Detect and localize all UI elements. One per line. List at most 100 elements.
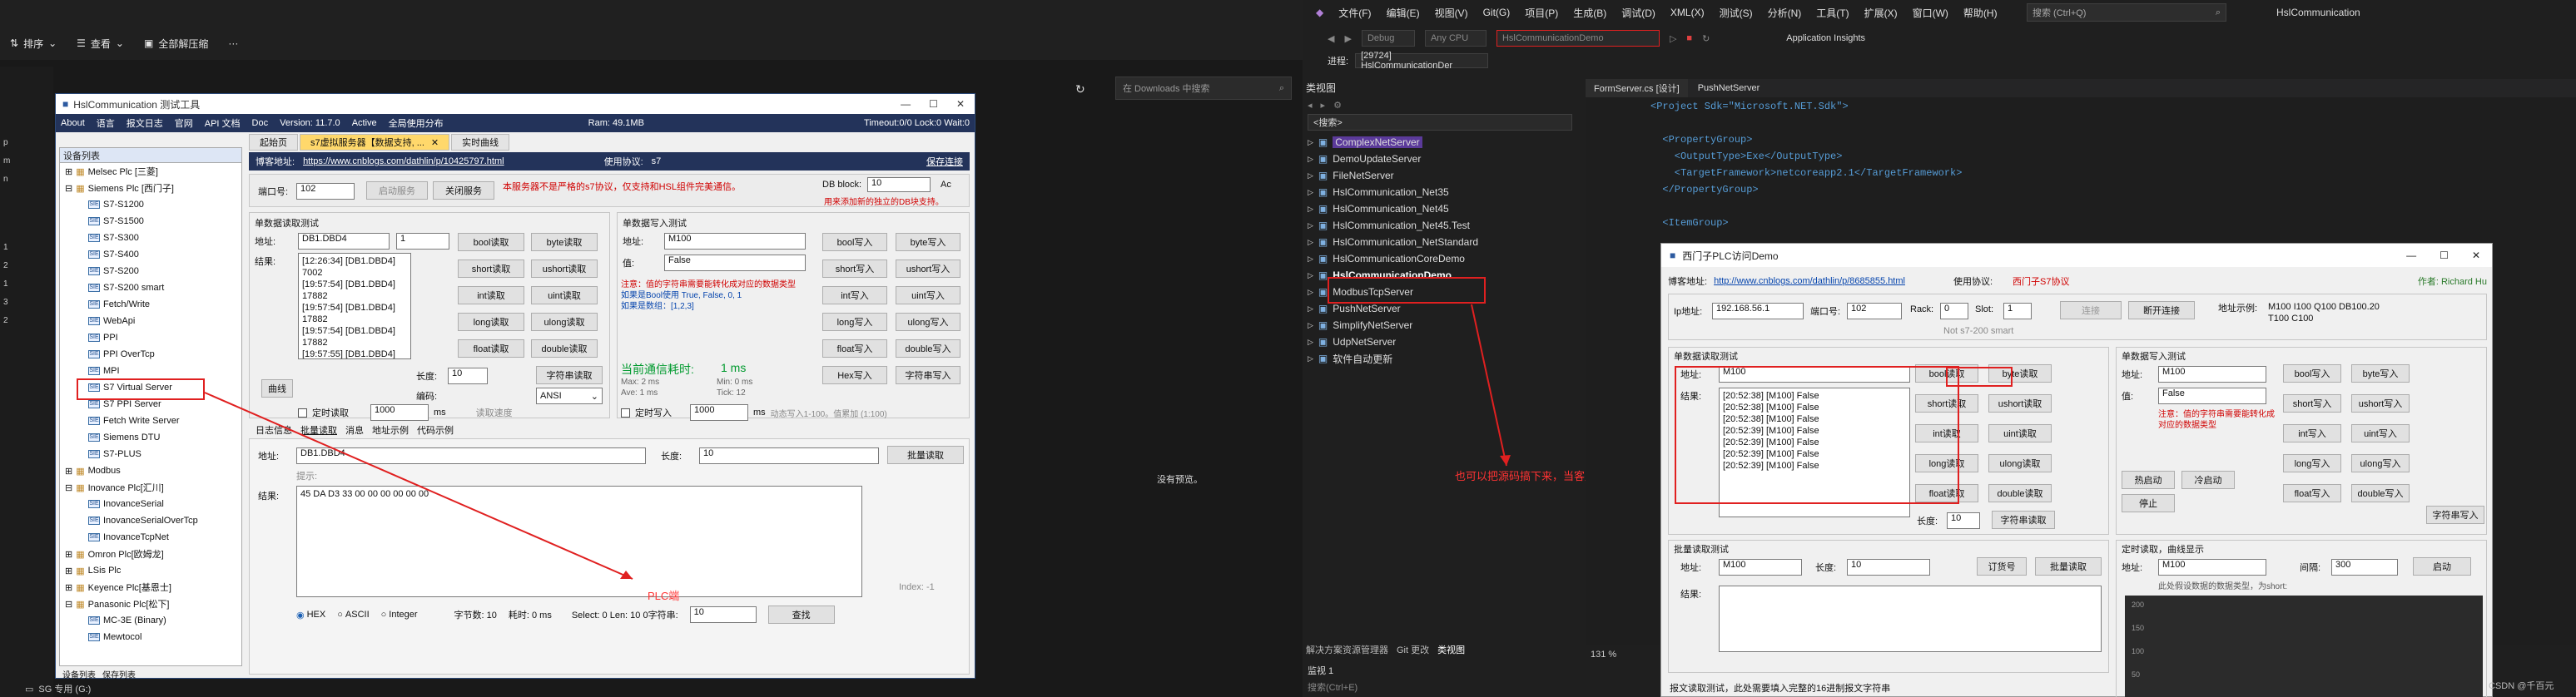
grid-button[interactable]: ushort读取 <box>531 260 598 278</box>
grid-button[interactable]: short读取 <box>458 260 524 278</box>
dialog-string-read-button[interactable]: 字符串读取 <box>1992 511 2055 529</box>
expand-icon[interactable]: ⊞ <box>65 466 72 477</box>
tree-node[interactable]: SIE PPI OverTcp <box>60 346 241 363</box>
grid-button[interactable]: uint写入 <box>2351 424 2410 442</box>
cold-restart-button[interactable]: 冷启动 <box>2181 471 2235 489</box>
tree-node[interactable]: SIE S7-S300 <box>60 230 241 246</box>
grid-button[interactable]: bool写入 <box>2283 364 2341 383</box>
vs-menu-item[interactable]: 编辑(E) <box>1387 6 1420 20</box>
grid-button[interactable]: ushort读取 <box>1988 394 2052 413</box>
dialog-start-button[interactable]: 启动 <box>2413 557 2471 576</box>
tree-node[interactable]: SIE PPI <box>60 329 241 346</box>
order-number-button[interactable]: 订货号 <box>1977 557 2027 576</box>
expand-icon[interactable]: ▷ <box>1308 304 1313 314</box>
expand-icon[interactable]: ▷ <box>1308 238 1313 247</box>
tab-saved-list[interactable]: 保存列表 <box>102 668 136 680</box>
dialog-write-address[interactable]: M100 <box>2158 366 2266 383</box>
tree-node[interactable]: SIE MC-3E (Binary) <box>60 612 241 629</box>
menu-log[interactable]: 报文日志 <box>127 116 163 130</box>
dialog-batch-result[interactable] <box>1719 586 2102 652</box>
class-view-item[interactable]: ▷ ▣ 软件自动更新 <box>1308 350 1577 367</box>
vs-menu-item[interactable]: 扩展(X) <box>1864 6 1898 20</box>
dialog-length-input[interactable]: 10 <box>1947 512 1980 529</box>
slot-input[interactable]: 1 <box>2003 303 2032 319</box>
stop-button[interactable]: 停止 <box>2122 494 2175 512</box>
menu-website[interactable]: 官网 <box>175 116 193 130</box>
expand-icon[interactable]: ▷ <box>1308 255 1313 264</box>
grid-button[interactable]: short写入 <box>2283 394 2341 413</box>
blog-link[interactable]: https://www.cnblogs.com/dathlin/p/104257… <box>303 156 504 166</box>
startup-project-select[interactable]: HslCommunicationDemo <box>1496 30 1660 47</box>
save-connection-link[interactable]: 保存连接 <box>926 155 963 168</box>
grid-button[interactable]: ulong读取 <box>1988 454 2052 472</box>
grid-button[interactable]: double读取 <box>1988 484 2052 502</box>
write-value-input[interactable]: False <box>664 255 806 271</box>
config-select[interactable]: Debug <box>1361 30 1415 47</box>
vs-menu-item[interactable]: 项目(P) <box>1525 6 1558 20</box>
more-button[interactable]: ··· <box>218 31 248 56</box>
expand-icon[interactable]: ⊞ <box>65 549 72 560</box>
nav-item[interactable]: 2 <box>0 256 53 274</box>
dialog-batch-address[interactable]: M100 <box>1719 559 1802 576</box>
close-icon[interactable]: ✕ <box>2472 250 2480 261</box>
grid-button[interactable]: long读取 <box>458 313 524 331</box>
menu-about[interactable]: About <box>61 118 85 128</box>
menu-language[interactable]: 语言 <box>97 116 115 130</box>
nav-item[interactable]: m <box>0 151 53 170</box>
tree-node[interactable]: SIE Fetch/Write <box>60 296 241 313</box>
vs-menu-item[interactable]: 工具(T) <box>1816 6 1849 20</box>
tree-node[interactable]: SIE Mewtocol <box>60 629 241 645</box>
expand-icon[interactable]: ▷ <box>1308 321 1313 330</box>
expand-icon[interactable]: ⊟ <box>65 482 72 493</box>
nav-item[interactable]: 3 <box>0 293 53 311</box>
expand-icon[interactable]: ▷ <box>1308 171 1313 180</box>
menu-api-doc[interactable]: API 文档 <box>205 116 241 130</box>
settings-icon[interactable]: ⚙ <box>1333 100 1342 111</box>
expand-icon[interactable]: ▷ <box>1308 338 1313 347</box>
read-address-input[interactable]: DB1.DBD4 <box>298 233 390 250</box>
grid-button[interactable]: byte写入 <box>2351 364 2410 383</box>
process-select[interactable]: [29724] HslCommunicationDer <box>1355 51 1489 71</box>
vs-menu-item[interactable]: 窗口(W) <box>1913 6 1948 20</box>
tab-s7-virtual-server[interactable]: s7虚拟服务器【数据支持, ... ✕ <box>300 134 450 151</box>
length-input[interactable]: 10 <box>448 368 488 384</box>
class-view-item[interactable]: ▷ ▣ FileNetServer <box>1308 167 1577 184</box>
dialog-batch-read-button[interactable]: 批量读取 <box>2035 557 2102 576</box>
expand-icon[interactable]: ▷ <box>1308 288 1313 297</box>
nav-item[interactable]: n <box>0 170 53 188</box>
grid-button[interactable]: byte读取 <box>531 233 598 251</box>
maximize-icon[interactable]: ☐ <box>929 98 938 110</box>
vs-menu-item[interactable]: 分析(N) <box>1768 6 1802 20</box>
grid-button[interactable]: ulong写入 <box>896 313 960 331</box>
radio-ascii[interactable]: ○ ASCII <box>337 610 369 620</box>
drive-item[interactable]: ▭ SG 专用 (G:) <box>25 682 91 695</box>
grid-button[interactable]: double读取 <box>531 339 598 358</box>
grid-button[interactable]: bool写入 <box>822 233 887 251</box>
class-view-search[interactable]: <搜索> <box>1308 114 1572 131</box>
grid-button[interactable]: float写入 <box>2283 484 2341 502</box>
start-service-button[interactable]: 启动服务 <box>366 181 428 200</box>
tab-formserver-design[interactable]: FormServer.cs [设计] <box>1586 79 1688 97</box>
back-icon[interactable]: ◀ <box>1328 33 1334 44</box>
minimize-icon[interactable]: — <box>901 98 911 110</box>
port-input[interactable]: 102 <box>296 183 355 200</box>
select-input[interactable]: 10 <box>689 606 757 623</box>
class-view-item[interactable]: ▷ ▣ HslCommunication_Net45.Test <box>1308 217 1577 234</box>
vs-menu-item[interactable]: Git(G) <box>1483 7 1511 18</box>
dialog-write-value[interactable]: False <box>2158 388 2266 404</box>
vs-menu-item[interactable]: 生成(B) <box>1573 6 1606 20</box>
tab-git-changes[interactable]: Git 更改 <box>1397 643 1429 656</box>
grid-button[interactable]: ulong读取 <box>531 313 598 331</box>
class-view-item[interactable]: ▷ ▣ ComplexNetServer <box>1308 134 1577 151</box>
forward-icon[interactable]: ▸ <box>1321 100 1326 111</box>
minimize-icon[interactable]: — <box>2406 250 2416 261</box>
expand-icon[interactable]: ▷ <box>1308 155 1313 164</box>
tree-node[interactable]: SIE S7-S1500 <box>60 213 241 230</box>
expand-icon[interactable]: ▷ <box>1308 221 1313 230</box>
port-input[interactable]: 102 <box>1847 303 1902 319</box>
close-service-button[interactable]: 关闭服务 <box>433 181 494 200</box>
expand-icon[interactable]: ⊟ <box>65 183 72 194</box>
nav-item[interactable]: 1 <box>0 274 53 293</box>
grid-button[interactable]: long写入 <box>822 313 887 331</box>
grid-button[interactable]: short写入 <box>822 260 887 278</box>
